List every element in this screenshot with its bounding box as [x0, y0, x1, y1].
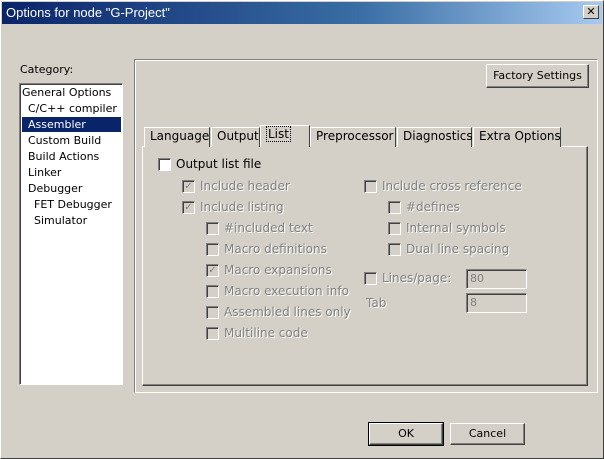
tab-list[interactable]: List	[260, 125, 310, 147]
output-list-file-option[interactable]: Output list file	[158, 156, 261, 172]
tab-preprocessor-label: Preprocessor	[316, 129, 394, 143]
category-item-debugger[interactable]: Debugger	[28, 181, 82, 196]
cancel-button[interactable]: Cancel	[450, 423, 525, 445]
defines-option[interactable]: #defines	[388, 199, 460, 215]
lines-page-checkbox[interactable]	[364, 271, 377, 285]
included-text-checkbox[interactable]	[206, 221, 219, 235]
tab-output-label: Output	[217, 129, 259, 143]
include-listing-option[interactable]: ✓ Include listing	[182, 199, 284, 215]
tab-diagnostics-label: Diagnostics	[403, 129, 473, 143]
internal-symbols-option[interactable]: Internal symbols	[388, 220, 506, 236]
macro-expansions-option[interactable]: ✓ Macro expansions	[206, 262, 332, 278]
category-item-fet-debugger[interactable]: FET Debugger	[34, 197, 112, 212]
include-header-label: Include header	[200, 179, 290, 193]
macro-execution-info-option[interactable]: Macro execution info	[206, 283, 349, 299]
dual-line-spacing-option[interactable]: Dual line spacing	[388, 241, 509, 257]
lines-page-option[interactable]: Lines/page:	[364, 270, 451, 286]
assembled-lines-only-option[interactable]: Assembled lines only	[206, 304, 351, 320]
tab-extra-options-label: Extra Options	[479, 129, 561, 143]
tab-size-field[interactable]: 8	[466, 293, 527, 313]
include-listing-checkbox[interactable]: ✓	[182, 200, 195, 214]
include-header-checkbox[interactable]: ✓	[182, 179, 195, 193]
internal-symbols-label: Internal symbols	[406, 221, 506, 235]
category-item-general-options[interactable]: General Options	[22, 85, 111, 100]
category-item-custom-build[interactable]: Custom Build	[28, 133, 101, 148]
included-text-label: #included text	[224, 221, 313, 235]
dual-line-spacing-checkbox[interactable]	[388, 242, 401, 256]
include-header-option[interactable]: ✓ Include header	[182, 178, 290, 194]
macro-definitions-checkbox[interactable]	[206, 242, 219, 256]
window-title: Options for node "G-Project"	[6, 5, 170, 20]
include-cross-reference-option[interactable]: Include cross reference	[364, 178, 522, 194]
title-bar[interactable]: Options for node "G-Project" ✕	[2, 2, 602, 24]
tab-preprocessor[interactable]: Preprocessor	[310, 127, 396, 147]
include-cross-reference-label: Include cross reference	[382, 179, 522, 193]
tab-language[interactable]: Language	[144, 127, 210, 147]
lines-page-label: Lines/page:	[382, 271, 452, 285]
category-item-linker[interactable]: Linker	[28, 165, 61, 180]
assembled-lines-only-label: Assembled lines only	[224, 305, 351, 319]
tab-size-label: Tab	[366, 296, 387, 310]
category-item-assembler[interactable]: Assembler	[22, 117, 121, 132]
tab-list-label: List	[266, 126, 291, 142]
output-list-file-checkbox[interactable]	[158, 157, 171, 171]
macro-definitions-option[interactable]: Macro definitions	[206, 241, 327, 257]
tab-output[interactable]: Output	[211, 127, 260, 147]
macro-expansions-label: Macro expansions	[224, 263, 332, 277]
category-item-c-cpp-compiler[interactable]: C/C++ compiler	[28, 101, 117, 116]
assembled-lines-only-checkbox[interactable]	[206, 305, 219, 319]
macro-definitions-label: Macro definitions	[224, 242, 327, 256]
options-dialog: Options for node "G-Project" ✕ Category:…	[0, 0, 604, 459]
macro-expansions-checkbox[interactable]: ✓	[206, 263, 219, 277]
output-list-file-label: Output list file	[176, 157, 262, 171]
tab-size-option: Tab	[366, 295, 386, 311]
factory-settings-button[interactable]: Factory Settings	[486, 64, 589, 88]
include-listing-label: Include listing	[200, 200, 284, 214]
defines-checkbox[interactable]	[388, 200, 401, 214]
category-label: Category:	[20, 63, 74, 76]
multiline-code-checkbox[interactable]	[206, 326, 219, 340]
tab-diagnostics[interactable]: Diagnostics	[397, 127, 473, 147]
defines-label: #defines	[406, 200, 460, 214]
category-list[interactable]: General Options C/C++ compiler Assembler…	[19, 83, 123, 385]
close-button[interactable]: ✕	[583, 5, 599, 19]
included-text-option[interactable]: #included text	[206, 220, 313, 236]
macro-execution-info-checkbox[interactable]	[206, 284, 219, 298]
lines-page-field[interactable]: 80	[466, 269, 527, 289]
category-item-build-actions[interactable]: Build Actions	[28, 149, 99, 164]
ok-button[interactable]: OK	[368, 422, 444, 446]
include-cross-reference-checkbox[interactable]	[364, 179, 377, 193]
category-item-simulator[interactable]: Simulator	[34, 213, 87, 228]
dual-line-spacing-label: Dual line spacing	[406, 242, 510, 256]
tab-language-label: Language	[150, 129, 210, 143]
tab-extra-options[interactable]: Extra Options	[473, 127, 561, 147]
multiline-code-label: Multiline code	[224, 326, 308, 340]
macro-execution-info-label: Macro execution info	[224, 284, 349, 298]
multiline-code-option[interactable]: Multiline code	[206, 325, 308, 341]
internal-symbols-checkbox[interactable]	[388, 221, 401, 235]
